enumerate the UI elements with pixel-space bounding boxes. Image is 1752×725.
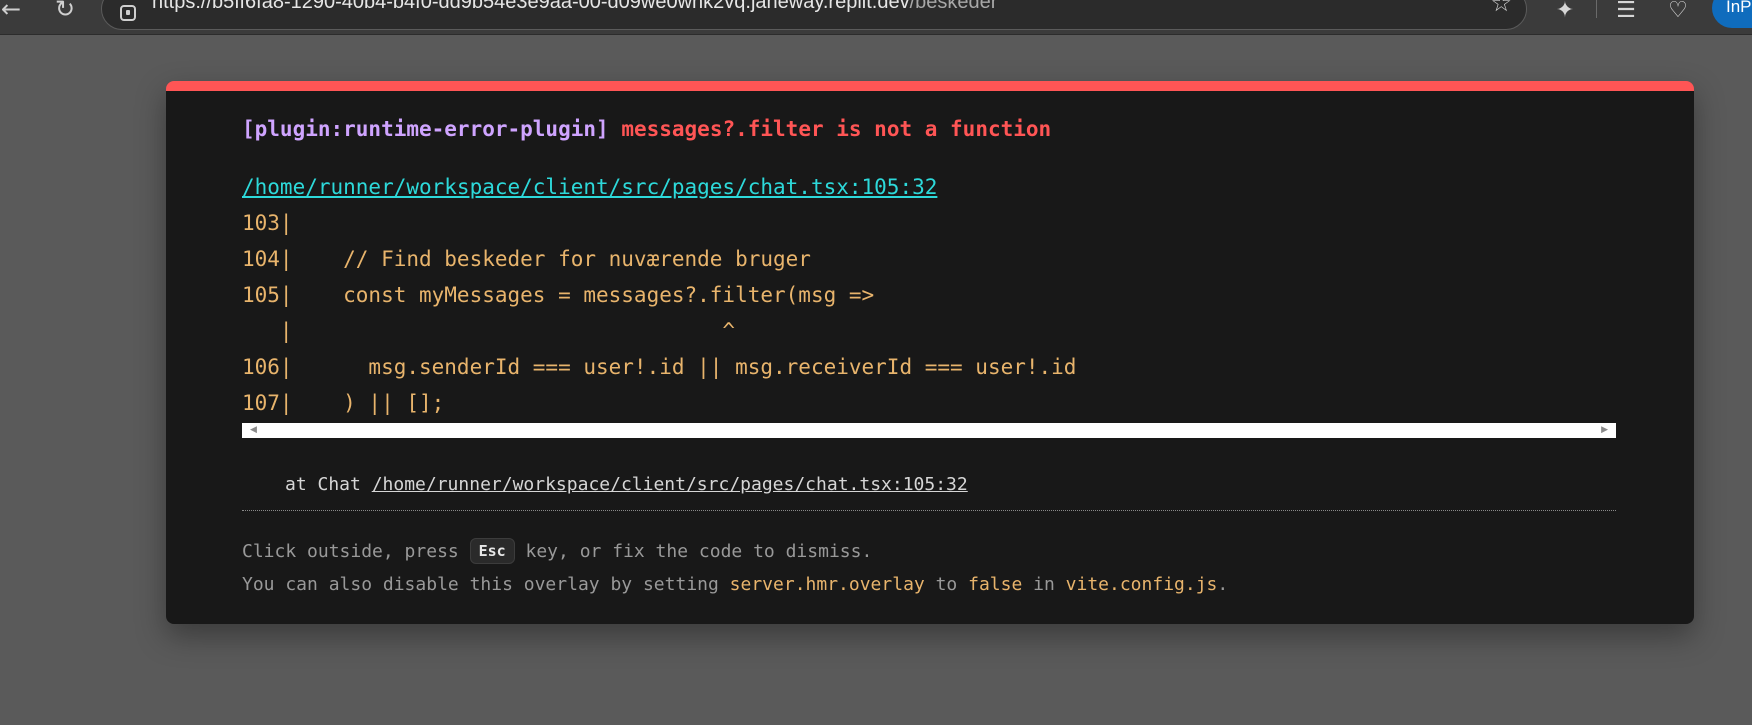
code-caret-line: | ^ [242,319,736,343]
code-frame: 103| 104| // Find beskeder for nuværende… [242,205,1076,421]
browser-essentials-icon[interactable]: ♡ [1662,0,1694,26]
error-file-link[interactable]: /home/runner/workspace/client/src/pages/… [242,175,937,199]
toolbar-separator [1596,0,1597,18]
code-line: 104| // Find beskeder for nuværende brug… [242,247,811,271]
profile-button[interactable]: InP [1712,0,1752,28]
extensions-icon[interactable]: ✦ [1549,0,1581,26]
tip-text: key, or fix the code to dismiss. [514,541,873,562]
config-value: false [968,574,1023,595]
code-line: 106| msg.senderId === user!.id || msg.re… [242,355,1077,379]
dismiss-tip: Click outside, press Esc key, or fix the… [242,538,872,564]
site-info-icon[interactable] [120,5,136,21]
tip-text: Click outside, press [242,541,470,562]
stack-trace: at Chat /home/runner/workspace/client/sr… [285,474,968,495]
code-line: 107| ) || []; [242,391,445,415]
back-arrow-icon[interactable]: ← [0,0,26,24]
browser-toolbar: ← ↻ https://b5ff6fa8-1290-40b4-b4f0-dd9b… [0,0,1752,35]
tip-text: You can also disable this overlay by set… [242,574,730,595]
horizontal-scrollbar[interactable]: ◀ ▶ [242,423,1616,438]
tip-text: in [1022,574,1066,595]
tip-text: . [1217,574,1229,595]
config-key: server.hmr.overlay [729,574,925,595]
error-overlay[interactable]: [plugin:runtime-error-plugin] messages?.… [166,81,1694,624]
plugin-name: [plugin:runtime-error-plugin] [242,117,609,141]
scroll-right-arrow-icon[interactable]: ▶ [1601,423,1608,438]
refresh-icon[interactable]: ↻ [50,0,80,24]
stack-prefix: at Chat [285,474,361,495]
config-file: vite.config.js [1065,574,1218,595]
address-bar[interactable]: https://b5ff6fa8-1290-40b4-b4f0-dd9b54e3… [101,0,1527,30]
url-path: /beskeder [909,0,998,13]
url-host: https://b5ff6fa8-1290-40b4-b4f0-dd9b54e3… [152,0,910,13]
error-message: [plugin:runtime-error-plugin] messages?.… [242,117,1051,141]
disable-overlay-tip: You can also disable this overlay by set… [242,574,1228,595]
stack-file-link[interactable]: /home/runner/workspace/client/src/pages/… [372,474,968,495]
code-line: 103| [242,211,293,235]
favorite-star-icon[interactable]: ☆ [1490,0,1512,17]
tip-text: to [924,574,969,595]
error-text: messages?.filter is not a function [621,117,1052,141]
esc-key-badge: Esc [469,538,515,564]
code-line: 105| const myMessages = messages?.filter… [242,283,875,307]
divider [242,510,1616,511]
scroll-left-arrow-icon[interactable]: ◀ [250,423,257,438]
favorites-list-icon[interactable]: ☰ [1610,0,1642,26]
url-text[interactable]: https://b5ff6fa8-1290-40b4-b4f0-dd9b54e3… [152,0,997,14]
